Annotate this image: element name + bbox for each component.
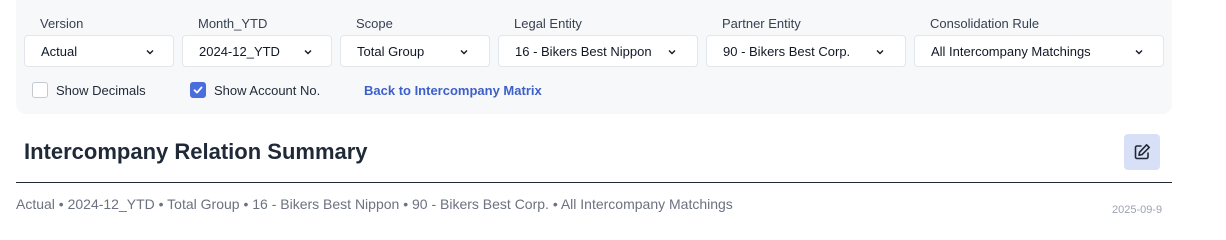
- back-to-matrix-link[interactable]: Back to Intercompany Matrix: [364, 83, 542, 98]
- filter-panel: Version Actual Month_YTD 2024-12_YTD Sco…: [16, 0, 1172, 114]
- chevron-down-icon: [460, 50, 468, 55]
- consolidation-rule-value: All Intercompany Matchings: [931, 43, 1091, 59]
- partner-entity-label: Partner Entity: [722, 16, 801, 31]
- show-account-no-option[interactable]: Show Account No.: [190, 82, 320, 98]
- partner-entity-value: 90 - Bikers Best Corp.: [723, 43, 851, 59]
- page-title: Intercompany Relation Summary: [24, 139, 368, 164]
- chevron-down-icon: [1135, 50, 1143, 55]
- show-decimals-option[interactable]: Show Decimals: [32, 82, 146, 98]
- show-decimals-label[interactable]: Show Decimals: [56, 83, 146, 98]
- chevron-down-icon: [304, 50, 312, 55]
- show-account-no-label[interactable]: Show Account No.: [214, 83, 320, 98]
- month-value: 2024-12_YTD: [199, 43, 280, 59]
- partner-entity-select[interactable]: 90 - Bikers Best Corp.: [706, 35, 906, 67]
- month-label: Month_YTD: [198, 16, 268, 31]
- chevron-down-icon: [668, 50, 676, 55]
- legal-entity-value: 16 - Bikers Best Nippon: [515, 43, 652, 59]
- consolidation-rule-label: Consolidation Rule: [930, 16, 1040, 31]
- month-select[interactable]: 2024-12_YTD: [182, 35, 332, 67]
- scope-label: Scope: [356, 16, 393, 31]
- date-stamp: 2025-09-9: [1112, 204, 1163, 216]
- header-divider: [16, 182, 1172, 183]
- show-decimals-checkbox[interactable]: [32, 82, 48, 98]
- legal-entity-select[interactable]: 16 - Bikers Best Nippon: [498, 35, 698, 67]
- legal-entity-label: Legal Entity: [514, 16, 582, 31]
- show-account-no-checkbox[interactable]: [190, 82, 206, 98]
- selection-summary: Actual • 2024-12_YTD • Total Group • 16 …: [16, 196, 733, 212]
- pencil-square-icon: [1134, 144, 1150, 160]
- version-select[interactable]: Actual: [24, 35, 174, 67]
- edit-button[interactable]: [1124, 134, 1160, 170]
- scope-value: Total Group: [357, 43, 425, 59]
- version-label: Version: [40, 16, 84, 31]
- version-value: Actual: [41, 43, 78, 59]
- chevron-down-icon: [146, 50, 154, 55]
- chevron-down-icon: [876, 50, 884, 55]
- checkmark-icon: [193, 86, 203, 94]
- consolidation-rule-select[interactable]: All Intercompany Matchings: [914, 35, 1164, 67]
- scope-select[interactable]: Total Group: [340, 35, 490, 67]
